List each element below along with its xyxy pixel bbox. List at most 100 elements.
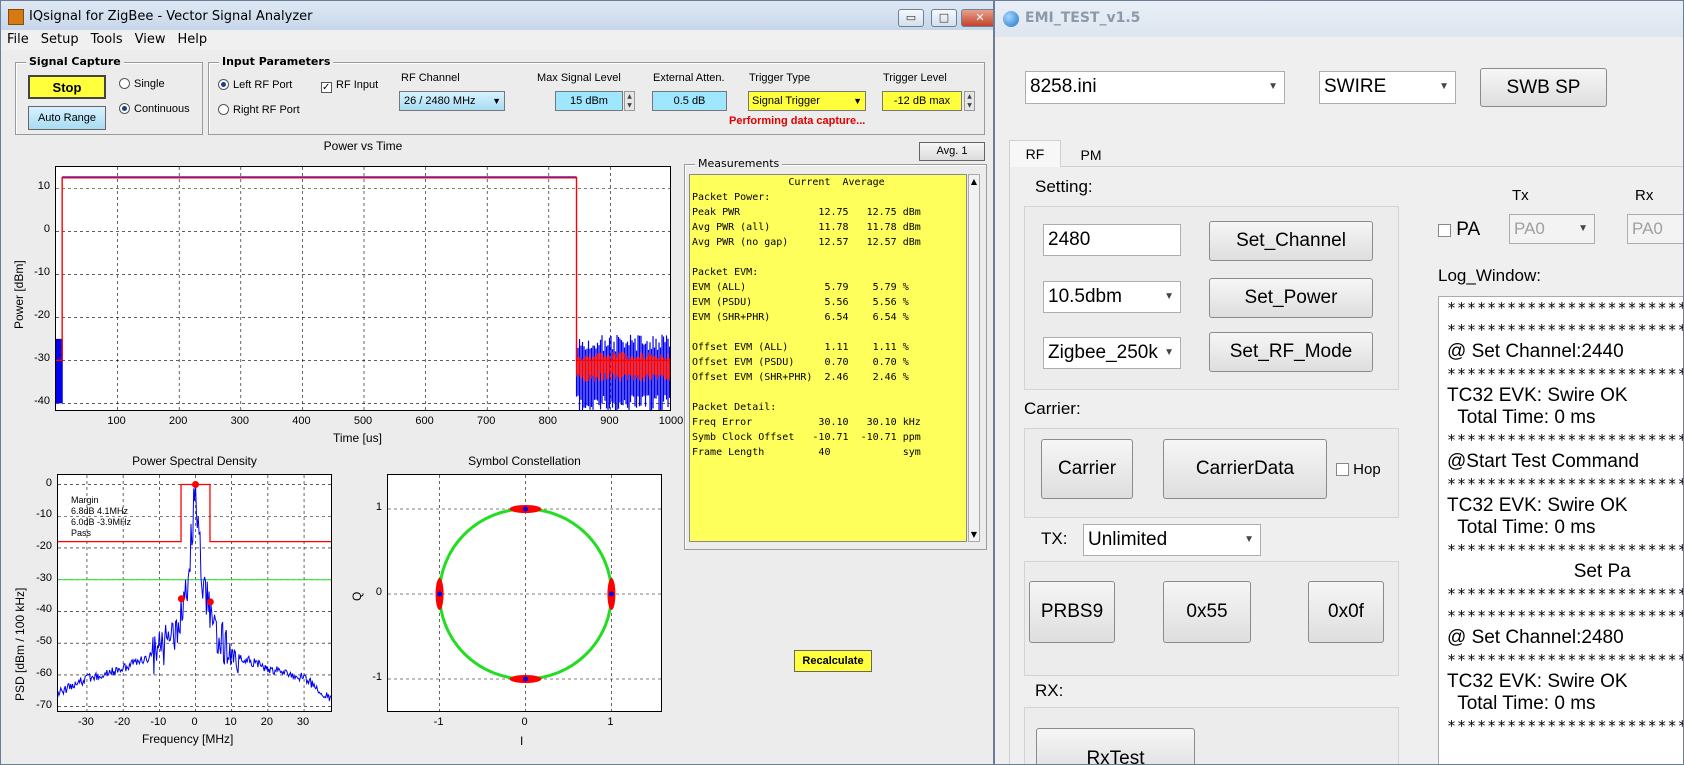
stop-button[interactable]: Stop: [28, 75, 106, 99]
y-tick-label: -40: [36, 603, 52, 615]
hop-checkbox[interactable]: Hop: [1336, 461, 1381, 478]
menu-bar: File Setup Tools View Help: [1, 30, 993, 50]
psd-annotation: Margin 6.8dB 4.1MHz 6.0dB -3.9MHz Pass: [71, 495, 131, 539]
y-tick-label: -1: [372, 671, 382, 683]
dropdown-arrow-icon: ▼: [1578, 215, 1588, 243]
minimize-button[interactable]: ▭: [898, 9, 924, 27]
rf-channel-value: 26 / 2480 MHz: [404, 95, 476, 107]
rf-input-checkbox[interactable]: ✓ RF Input: [321, 79, 378, 93]
power-select[interactable]: 10.5dbm ▼: [1043, 281, 1181, 313]
ini-file-select[interactable]: 8258.ini ▼: [1025, 71, 1285, 104]
psd-marker-point: [178, 595, 185, 602]
external-atten-field[interactable]: 0.5 dB: [652, 91, 727, 111]
max-signal-level-field[interactable]: 15 dBm: [555, 91, 623, 111]
menu-help[interactable]: Help: [172, 30, 214, 49]
setting-label: Setting:: [1035, 177, 1093, 197]
log-line: **********************************: [1439, 363, 1684, 385]
measurements-scrollbar[interactable]: ▲ ▼: [968, 174, 980, 542]
tab-pm[interactable]: PM: [1065, 142, 1117, 168]
log-line: **********************************: [1439, 319, 1684, 341]
measurement-row: Offset EVM (SHR+PHR) 2.46 2.46 %: [692, 370, 964, 385]
carrier-data-button[interactable]: CarrierData: [1163, 439, 1327, 499]
rf-input-label: RF Input: [336, 79, 378, 91]
log-window[interactable]: *********************** *********** ******…: [1438, 296, 1684, 765]
tx-label: TX:: [1041, 529, 1067, 549]
menu-file[interactable]: File: [1, 30, 35, 49]
rf-mode-select[interactable]: Zigbee_250k ▼: [1043, 337, 1181, 369]
trigger-level-spinner[interactable]: ▲ ▼: [964, 91, 975, 111]
x-tick-label: 900: [600, 415, 618, 427]
carrier-label: Carrier:: [1024, 399, 1081, 419]
dropdown-arrow-icon: ▼: [1164, 338, 1174, 368]
pvt-xlabel: Time [us]: [333, 431, 382, 445]
x-tick-label: -20: [114, 716, 130, 728]
log-line: TC32 EVK: Swire OK: [1439, 495, 1684, 517]
x-tick-label: 800: [539, 415, 557, 427]
log-line: **********************************: [1439, 473, 1684, 495]
menu-view[interactable]: View: [129, 30, 172, 49]
x-tick-label: -30: [78, 716, 94, 728]
log-window-label: Log_Window:: [1438, 266, 1541, 286]
trigger-type-value: Signal Trigger: [752, 95, 820, 107]
x-tick-label: 400: [292, 415, 310, 427]
close-button[interactable]: ✕: [961, 9, 994, 27]
max-level-spinner[interactable]: ▲ ▼: [624, 91, 635, 111]
constellation-point-center: [523, 507, 528, 512]
maximize-button[interactable]: □: [931, 9, 957, 27]
trigger-type-label: Trigger Type: [749, 72, 810, 84]
menu-setup[interactable]: Setup: [35, 30, 85, 49]
trigger-level-field[interactable]: -12 dB max: [882, 91, 962, 111]
y-tick-label: -30: [36, 572, 52, 584]
prbs9-button[interactable]: PRBS9: [1029, 581, 1115, 643]
constellation-title: Symbol Constellation: [387, 454, 662, 468]
measurements-text: Current Average Packet Power: Peak PWR 12.…: [689, 174, 967, 542]
psd-marker-point: [207, 598, 214, 605]
x-tick-label: 1000: [659, 415, 683, 427]
log-line: **********************************: [1439, 605, 1684, 627]
emi-app-icon: [1003, 11, 1019, 27]
noise-floor-red: [577, 352, 671, 382]
avg-button[interactable]: Avg. 1: [919, 142, 985, 161]
trigger-type-select[interactable]: Signal Trigger ▼: [748, 91, 866, 111]
single-radio[interactable]: Single: [119, 78, 165, 90]
channel-input[interactable]: 2480: [1043, 224, 1181, 256]
ini-file-value: 8258.ini: [1030, 76, 1097, 97]
right-port-label: Right RF Port: [233, 104, 300, 116]
swb-sp-button[interactable]: SWB SP: [1480, 68, 1607, 107]
measurement-row: Offset EVM (PSDU) 0.70 0.70 %: [692, 355, 964, 370]
set-power-button[interactable]: Set_Power: [1209, 278, 1373, 318]
tx-mode-value: Unlimited: [1088, 529, 1167, 550]
input-parameters-label: Input Parameters: [219, 55, 333, 68]
emi-window-title: EMI_TEST_v1.5: [1025, 10, 1140, 26]
tab-rf[interactable]: RF: [1009, 140, 1061, 167]
menu-tools[interactable]: Tools: [85, 30, 129, 49]
left-rf-port-radio[interactable]: Left RF Port: [218, 79, 292, 91]
emi-titlebar[interactable]: EMI_TEST_v1.5: [995, 1, 1683, 37]
measurement-row: Avg PWR (no gap) 12.57 12.57 dBm: [692, 235, 964, 250]
measurement-row: Packet Detail:: [692, 400, 964, 415]
constellation-circle: [440, 509, 612, 679]
rf-channel-select[interactable]: 26 / 2480 MHz ▼: [399, 91, 505, 111]
tx-pa-select[interactable]: PA0 ▼: [1509, 214, 1595, 244]
continuous-radio[interactable]: Continuous: [119, 103, 190, 115]
psd-margin-upper: 6.8dB 4.1MHz: [71, 506, 131, 517]
rx-pa-select[interactable]: PA0: [1627, 214, 1684, 244]
hex55-button[interactable]: 0x55: [1163, 581, 1251, 643]
y-tick-label: 0: [46, 477, 52, 489]
recalculate-button[interactable]: Recalculate: [794, 650, 872, 672]
set-rf-mode-button[interactable]: Set_RF_Mode: [1209, 332, 1373, 372]
right-rf-port-radio[interactable]: Right RF Port: [218, 104, 300, 116]
carrier-button[interactable]: Carrier: [1041, 439, 1133, 499]
checkbox-checked-icon: ✓: [321, 82, 332, 93]
psd-margin-lower: 6.0dB -3.9MHz: [71, 517, 131, 528]
tx-mode-select[interactable]: Unlimited ▼: [1083, 524, 1261, 556]
interface-select[interactable]: SWIRE ▼: [1319, 71, 1456, 104]
auto-range-button[interactable]: Auto Range: [28, 106, 106, 130]
rx-test-button[interactable]: RxTest: [1036, 728, 1195, 765]
constellation-xlabel: I: [520, 734, 523, 748]
measurement-row: Current Average: [692, 175, 964, 190]
log-line: @ Set Channel:2440: [1439, 341, 1684, 363]
hex0f-button[interactable]: 0x0f: [1308, 581, 1384, 643]
set-channel-button[interactable]: Set_Channel: [1209, 221, 1373, 261]
pa-checkbox[interactable]: PA: [1438, 219, 1480, 241]
